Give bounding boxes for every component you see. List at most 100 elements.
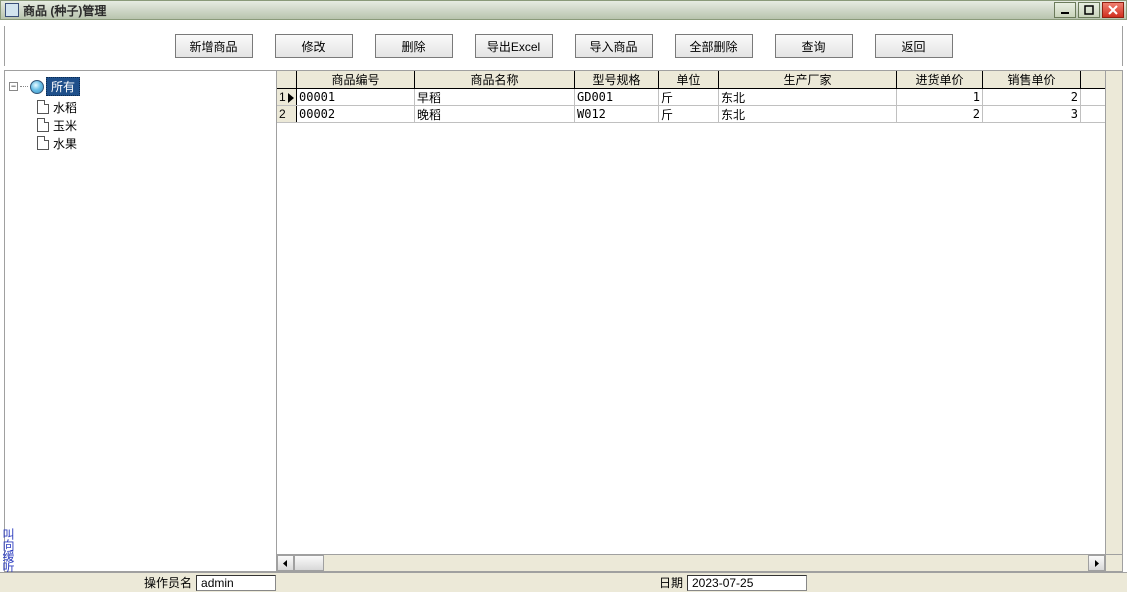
row-number-label: 2	[279, 107, 286, 121]
tree-item[interactable]: 玉米	[37, 116, 272, 134]
maximize-button[interactable]	[1078, 2, 1100, 18]
window-icon	[5, 3, 19, 17]
grid-header-model[interactable]: 型号规格	[575, 71, 659, 88]
date-cell: 日期 2023-07-25	[655, 574, 807, 592]
scroll-left-button[interactable]	[277, 555, 294, 571]
operator-value: admin	[196, 575, 276, 591]
grid-header-outprice-label: 销售单价	[1007, 71, 1055, 88]
document-icon	[37, 136, 49, 150]
tree-item[interactable]: 水果	[37, 134, 272, 152]
add-product-button[interactable]: 新增商品	[175, 34, 253, 58]
close-icon	[1108, 5, 1118, 15]
minimize-icon	[1060, 5, 1070, 15]
import-label: 导入商品	[589, 38, 637, 55]
grid-header-unit[interactable]: 单位	[659, 71, 719, 88]
tree-root-label: 所有	[46, 77, 80, 96]
delete-label: 删除	[401, 38, 425, 55]
operator-cell: 操作员名 admin	[140, 574, 276, 592]
cell-unit: 斤	[659, 106, 719, 122]
current-row-pointer-icon	[288, 92, 294, 106]
cell-code: 00002	[297, 106, 415, 122]
main-panel: − 所有 水稻 玉米 水果 商品编号 商品名称 型号规格	[4, 70, 1123, 572]
scroll-right-button[interactable]	[1088, 555, 1105, 571]
cell-maker: 东北	[719, 106, 897, 122]
grid-header-inprice-label: 进货单价	[915, 71, 963, 88]
globe-icon	[30, 80, 44, 94]
tree-children: 水稻 玉米 水果	[37, 98, 272, 152]
grid-header-code-label: 商品编号	[331, 71, 379, 88]
chevron-right-icon	[1093, 560, 1100, 567]
tree-connector	[20, 86, 28, 87]
table-row[interactable]: 1 00001 早稻 GD001 斤 东北 1 2	[277, 89, 1122, 106]
statusbar: 操作员名 admin 日期 2023-07-25	[0, 572, 1127, 592]
edit-label: 修改	[301, 38, 325, 55]
cell-unit: 斤	[659, 89, 719, 105]
edit-button[interactable]: 修改	[275, 34, 353, 58]
date-label: 日期	[655, 574, 687, 591]
export-excel-button[interactable]: 导出Excel	[475, 34, 553, 58]
document-icon	[37, 118, 49, 132]
scroll-corner	[1105, 555, 1122, 571]
grid-header-name[interactable]: 商品名称	[415, 71, 575, 88]
row-number: 1	[277, 89, 297, 105]
cell-outprice: 2	[983, 89, 1081, 105]
scroll-track[interactable]	[294, 555, 1088, 571]
scroll-thumb[interactable]	[294, 555, 324, 571]
close-button[interactable]	[1102, 2, 1124, 18]
grid-header-outprice[interactable]: 销售单价	[983, 71, 1081, 88]
grid-pane: 商品编号 商品名称 型号规格 单位 生产厂家 进货单价 销售单价 1 00001…	[277, 71, 1122, 571]
cell-model: GD001	[575, 89, 659, 105]
grid-header-code[interactable]: 商品编号	[297, 71, 415, 88]
date-value: 2023-07-25	[687, 575, 807, 591]
table-row[interactable]: 2 00002 晚稻 W012 斤 东北 2 3	[277, 106, 1122, 123]
export-excel-label: 导出Excel	[487, 38, 540, 55]
window-title: 商品 (种子)管理	[23, 2, 106, 19]
tree-expander[interactable]: −	[9, 82, 18, 91]
cell-name: 早稻	[415, 89, 575, 105]
horizontal-scrollbar[interactable]	[277, 554, 1122, 571]
cell-code: 00001	[297, 89, 415, 105]
cell-inprice: 1	[897, 89, 983, 105]
row-number-label: 1	[279, 90, 286, 104]
add-product-label: 新增商品	[189, 38, 237, 55]
grid-header-name-label: 商品名称	[470, 71, 518, 88]
grid-header-inprice[interactable]: 进货单价	[897, 71, 983, 88]
chevron-left-icon	[282, 560, 289, 567]
back-button[interactable]: 返回	[875, 34, 953, 58]
tree-pane: − 所有 水稻 玉米 水果	[5, 71, 277, 571]
grid-right-strip	[1105, 71, 1122, 554]
cell-outprice: 3	[983, 106, 1081, 122]
row-number: 2	[277, 106, 297, 122]
tree-item-label: 水稻	[53, 99, 77, 116]
grid-corner	[277, 71, 297, 88]
tree-item[interactable]: 水稻	[37, 98, 272, 116]
maximize-icon	[1084, 5, 1094, 15]
import-product-button[interactable]: 导入商品	[575, 34, 653, 58]
tree-item-label: 水果	[53, 135, 77, 152]
grid-header-model-label: 型号规格	[592, 71, 640, 88]
cell-inprice: 2	[897, 106, 983, 122]
grid-header-unit-label: 单位	[676, 71, 700, 88]
back-label: 返回	[901, 38, 925, 55]
toolbar: 新增商品 修改 删除 导出Excel 导入商品 全部删除 查询 返回	[4, 26, 1123, 66]
grid-header-row: 商品编号 商品名称 型号规格 单位 生产厂家 进货单价 销售单价	[277, 71, 1122, 89]
cell-maker: 东北	[719, 89, 897, 105]
grid-header-maker[interactable]: 生产厂家	[719, 71, 897, 88]
titlebar: 商品 (种子)管理	[0, 0, 1127, 20]
delete-button[interactable]: 删除	[375, 34, 453, 58]
side-text: 叫向缓听	[0, 528, 17, 572]
minimize-button[interactable]	[1054, 2, 1076, 18]
query-button[interactable]: 查询	[775, 34, 853, 58]
operator-label: 操作员名	[140, 574, 196, 591]
query-label: 查询	[801, 38, 825, 55]
window-controls	[1054, 2, 1124, 18]
grid-header-maker-label: 生产厂家	[783, 71, 831, 88]
cell-model: W012	[575, 106, 659, 122]
delete-all-label: 全部删除	[689, 38, 737, 55]
cell-name: 晚稻	[415, 106, 575, 122]
tree-item-label: 玉米	[53, 117, 77, 134]
delete-all-button[interactable]: 全部删除	[675, 34, 753, 58]
tree-root-row[interactable]: − 所有	[9, 77, 272, 96]
document-icon	[37, 100, 49, 114]
grid-body: 1 00001 早稻 GD001 斤 东北 1 2 2 00002 晚稻 W01…	[277, 89, 1122, 571]
